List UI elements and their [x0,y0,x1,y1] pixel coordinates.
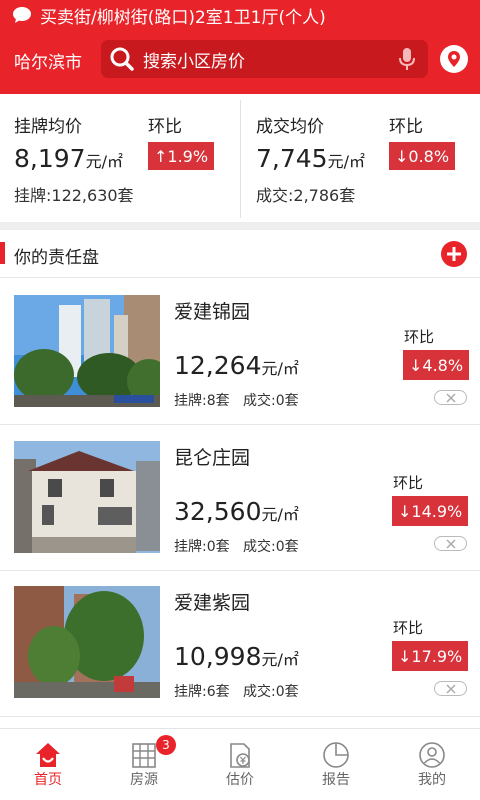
listing-remove-toggle[interactable] [434,536,467,551]
property-photo [14,586,160,698]
listing-meta: 挂牌:0套 成交:0套 [174,539,299,555]
listing-change-badge: ↓17.9% [392,641,469,671]
search-bar[interactable]: 搜索小区房价 [101,40,428,78]
tab-report[interactable]: 报告 [288,729,384,800]
listing-item[interactable]: 爱建紫园 10,998元/㎡ 挂牌:6套 成交:0套 环比 ↓17.9% [0,571,480,717]
deal-price-label: 成交均价 [256,117,324,137]
valuation-icon [230,743,250,768]
deal-change-badge: ↓0.8% [389,142,456,170]
listing-avg-price: 8,197元/㎡ [14,144,123,173]
listing-name: 爱建紫园 [174,592,251,614]
property-photo [14,295,160,407]
property-photo [14,441,160,553]
tab-profile[interactable]: 我的 [384,729,480,800]
listing-price-stat[interactable]: 挂牌均价 环比 8,197元/㎡ ↑1.9% 挂牌:122,630套 [14,94,240,222]
listing-count: 挂牌:122,630套 [14,186,134,205]
building-icon [132,743,156,768]
listing-remove-toggle[interactable] [434,681,467,696]
listing-meta: 挂牌:8套 成交:0套 [174,393,299,409]
listing-name: 爱建锦园 [174,301,251,323]
notice-text: 买卖街/柳树街(路口)2室1卫1厅(个人) [40,7,326,28]
tab-label: 首页 [34,772,62,788]
listing-price: 12,264元/㎡ [174,351,299,380]
notice-bar[interactable]: 买卖街/柳树街(路口)2室1卫1厅(个人) [0,0,480,30]
bottom-tab-bar: 首页 3 房源 估价 报告 我的 [0,728,480,800]
listing-remove-toggle[interactable] [434,390,467,405]
listing-item[interactable]: 爱建锦园 12,264元/㎡ 挂牌:8套 成交:0套 环比 ↓4.8% [0,279,480,425]
listing-item[interactable]: 昆仑庄园 32,560元/㎡ 挂牌:0套 成交:0套 环比 ↓14.9% [0,425,480,571]
listing-change-badge: ↓14.9% [392,496,469,526]
tab-label: 估价 [226,772,254,788]
search-placeholder: 搜索小区房价 [143,51,245,72]
tab-label: 报告 [322,772,350,788]
city-selector[interactable]: 哈尔滨市 [14,48,82,73]
responsibility-section-header: 你的责任盘 [0,230,480,278]
listing-change-badge: ↓4.8% [403,350,470,380]
tab-home[interactable]: 首页 [0,729,96,800]
section-title: 你的责任盘 [14,248,99,268]
report-chart-icon [323,742,349,768]
close-icon [445,683,456,694]
add-circle-icon[interactable] [441,241,467,267]
tab-listings[interactable]: 3 房源 [96,729,192,800]
listing-price: 32,560元/㎡ [174,497,299,526]
app-header: 买卖街/柳树街(路口)2室1卫1厅(个人) 哈尔滨市 搜索小区房价 [0,0,480,94]
tab-label: 房源 [130,772,158,788]
listing-hb-label: 环比 [148,117,182,137]
close-icon [445,538,456,549]
listing-price-label: 挂牌均价 [14,117,82,137]
deal-hb-label: 环比 [389,117,423,137]
divider [240,100,241,218]
listing-hb-label: 环比 [393,474,424,492]
notification-badge: 3 [156,735,176,755]
listing-name: 昆仑庄园 [174,447,251,469]
microphone-icon[interactable] [396,46,418,72]
deal-avg-price: 7,745元/㎡ [256,144,365,173]
tab-label: 我的 [418,772,446,788]
deal-price-stat[interactable]: 成交均价 环比 7,745元/㎡ ↓0.8% 成交:2,786套 [256,94,480,222]
listing-price: 10,998元/㎡ [174,642,299,671]
tab-valuation[interactable]: 估价 [192,729,288,800]
listing-hb-label: 环比 [393,619,424,637]
section-accent-bar [0,242,5,264]
search-icon [110,47,134,71]
listing-hb-label: 环比 [404,328,435,346]
deal-count: 成交:2,786套 [256,186,356,205]
profile-icon [419,742,445,768]
listing-change-badge: ↑1.9% [148,142,215,170]
close-icon [445,392,456,403]
section-gap [0,222,480,230]
chat-bubble-icon [13,7,31,23]
home-icon [36,743,60,767]
listing-meta: 挂牌:6套 成交:0套 [174,684,299,700]
location-pin-icon[interactable] [439,44,469,74]
